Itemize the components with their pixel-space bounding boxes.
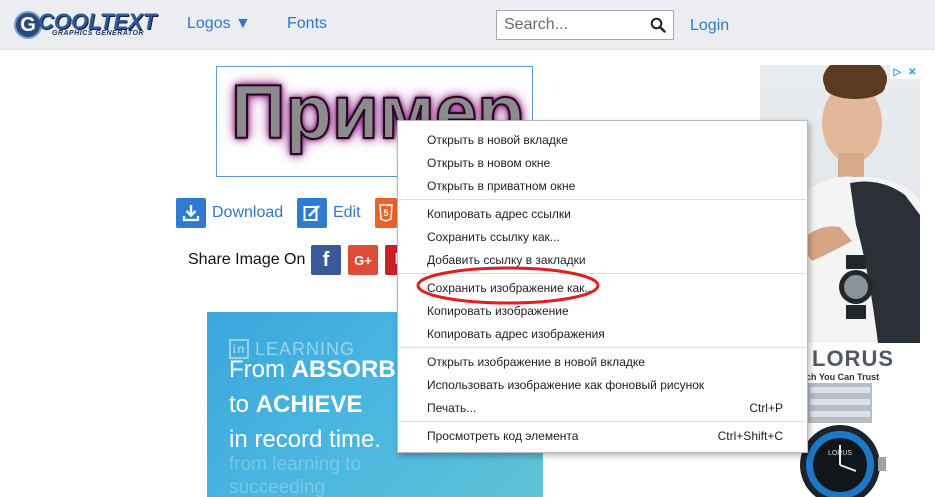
ad-headline-1-b: ABSORB <box>291 356 396 383</box>
ad-headline-2-b: ACHIEVE <box>255 391 363 418</box>
ad-headline-1: From ABSORB <box>229 356 396 384</box>
menu-item-label: Открыть в новой вкладке <box>427 133 568 147</box>
search-icon[interactable] <box>650 17 666 33</box>
menu-separator <box>399 421 806 422</box>
ad-tagline: atch You Can Trust <box>798 372 880 382</box>
site-header: G COOLTEXT GRAPHICS GENERATOR Logos ▼ Fo… <box>0 0 935 50</box>
nav-logos-menu[interactable]: Logos ▼ <box>187 15 251 33</box>
search-box <box>496 10 674 40</box>
download-label: Download <box>212 204 284 221</box>
menu-item-open-new-window[interactable]: Открыть в новом окне <box>398 151 807 174</box>
login-link[interactable]: Login <box>690 17 729 35</box>
menu-item-label: Использовать изображение как фоновый рис… <box>427 378 705 392</box>
menu-item-open-image-new-tab[interactable]: Открыть изображение в новой вкладке <box>398 350 807 373</box>
menu-item-label: Сохранить ссылку как... <box>427 230 560 244</box>
menu-item-label: Копировать адрес ссылки <box>427 207 571 221</box>
logo-subtitle: GRAPHICS GENERATOR <box>52 30 144 37</box>
menu-item-label: Копировать адрес изображения <box>427 327 605 341</box>
html5-icon: 5 <box>375 198 397 228</box>
svg-text:5: 5 <box>383 208 388 218</box>
ad-headline-2: to ACHIEVE <box>229 391 362 419</box>
menu-item-label: Просмотреть код элемента <box>427 429 579 443</box>
edit-label: Edit <box>333 204 361 221</box>
adchoices-close-icon: ✕ <box>908 66 917 78</box>
menu-item-print[interactable]: Печать... Ctrl+P <box>398 396 807 419</box>
download-button[interactable]: Download <box>176 198 283 228</box>
ad-faint-1: from learning to <box>229 454 362 475</box>
ad-brand-lorus: LORUS <box>812 346 894 371</box>
googleplus-icon[interactable]: G+ <box>348 245 378 275</box>
nav-fonts-link[interactable]: Fonts <box>287 15 327 33</box>
menu-item-label: Копировать изображение <box>427 304 569 318</box>
ad-headline-1-a: From <box>229 356 292 383</box>
page: G COOLTEXT GRAPHICS GENERATOR Logos ▼ Fo… <box>0 0 935 497</box>
menu-item-label: Открыть изображение в новой вкладке <box>427 355 645 369</box>
edit-icon <box>297 198 327 228</box>
adchoices-info-icon: ▷ <box>893 66 902 78</box>
menu-item-copy-link-address[interactable]: Копировать адрес ссылки <box>398 202 807 225</box>
facebook-icon[interactable]: f <box>311 245 341 275</box>
menu-item-open-private-window[interactable]: Открыть в приватном окне <box>398 174 807 197</box>
adchoices-icon[interactable]: ▷ ✕ <box>890 65 920 79</box>
search-input[interactable] <box>497 11 647 39</box>
menu-item-shortcut: Ctrl+Shift+C <box>717 429 783 443</box>
html-embed-button[interactable]: 5 <box>375 198 397 228</box>
menu-item-save-link-as[interactable]: Сохранить ссылку как... <box>398 225 807 248</box>
menu-item-label: Открыть в приватном окне <box>427 179 576 193</box>
menu-item-copy-image-address[interactable]: Копировать адрес изображения <box>398 322 807 345</box>
menu-separator <box>399 347 806 348</box>
ad-faint-2: succeeding <box>229 477 326 497</box>
edit-button[interactable]: Edit <box>297 198 361 228</box>
cooltext-logo[interactable]: G COOLTEXT GRAPHICS GENERATOR <box>14 9 156 41</box>
share-label: Share Image On <box>188 251 306 268</box>
ad-headline-3: in record time. <box>229 426 382 453</box>
menu-separator <box>399 199 806 200</box>
highlight-ellipse <box>416 266 600 305</box>
menu-item-shortcut: Ctrl+P <box>749 401 783 415</box>
menu-item-label: Открыть в новом окне <box>427 156 551 170</box>
download-icon <box>176 198 206 228</box>
menu-item-inspect-element[interactable]: Просмотреть код элемента Ctrl+Shift+C <box>398 424 807 447</box>
menu-item-set-as-background[interactable]: Использовать изображение как фоновый рис… <box>398 373 807 396</box>
menu-item-open-new-tab[interactable]: Открыть в новой вкладке <box>398 128 807 151</box>
ad-headline-2-a: to <box>229 391 256 418</box>
menu-item-label: Печать... <box>427 401 477 415</box>
